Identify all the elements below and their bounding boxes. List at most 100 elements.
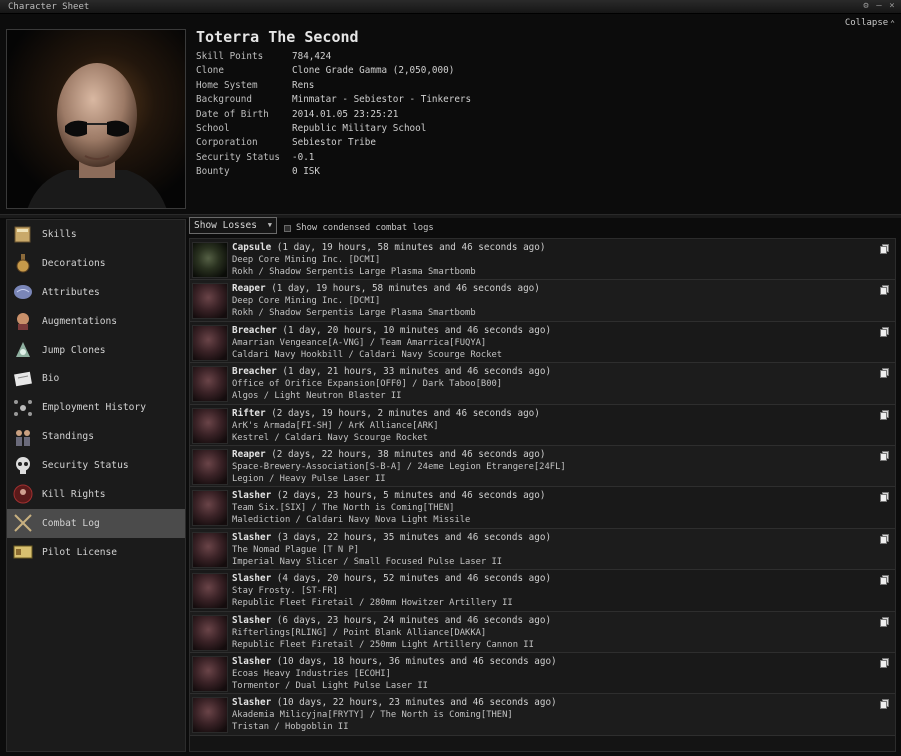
entry-killer-weapon: Kestrel / Caldari Navy Scourge Rocket [232, 432, 428, 443]
info-value: Sebiestor Tribe [292, 137, 376, 149]
ship-thumbnail[interactable] [192, 655, 228, 692]
entry-title: Reaper (1 day, 19 hours, 58 minutes and … [232, 283, 540, 294]
entry-corporation: Akademia Milicyjna[FRYTY] / The North is… [232, 710, 513, 721]
sidebar-item-standings[interactable]: Standings [7, 422, 185, 451]
sidebar-item-attributes[interactable]: Attributes [7, 278, 185, 307]
ship-name[interactable]: Slasher [232, 697, 271, 708]
checkbox-box[interactable] [284, 224, 291, 232]
combat-log-entry[interactable]: Slasher (2 days, 23 hours, 5 minutes and… [190, 487, 895, 529]
copy-icon[interactable] [880, 326, 889, 337]
sidebar-item-skills[interactable]: Skills [7, 220, 185, 249]
copy-icon[interactable] [880, 450, 889, 461]
copy-icon[interactable] [880, 616, 889, 627]
sidebar-item-security-status[interactable]: Security Status [7, 451, 185, 480]
copy-icon[interactable] [880, 285, 889, 296]
sidebar-item-label: Skills [42, 228, 77, 240]
info-value: Minmatar - Sebiestor - Tinkerers [292, 94, 472, 106]
sidebar-item-augmentations[interactable]: Augmentations [7, 307, 185, 336]
ship-name[interactable]: Slasher [232, 656, 271, 667]
ship-thumbnail[interactable] [192, 697, 228, 734]
ship-name[interactable]: Capsule [232, 242, 271, 253]
character-portrait [6, 29, 186, 209]
ship-thumbnail[interactable] [192, 407, 228, 444]
collapse-button[interactable]: Collapse ⌃ [845, 18, 895, 28]
info-value: Rens [292, 79, 315, 91]
copy-icon[interactable] [880, 244, 889, 254]
sidebar-item-kill-rights[interactable]: Kill Rights [7, 480, 185, 509]
combat-log-entry[interactable]: Slasher (10 days, 18 hours, 36 minutes a… [190, 652, 895, 695]
info-value: 784,424 [292, 51, 332, 62]
ship-name[interactable]: Breacher [232, 366, 277, 377]
combat-log-entry[interactable]: Rifter (2 days, 19 hours, 2 minutes and … [190, 404, 895, 446]
entry-title: Slasher (2 days, 23 hours, 5 minutes and… [232, 490, 545, 501]
time-ago: (2 days, 19 hours, 2 minutes and 46 seco… [271, 407, 540, 419]
window-titlebar: Character Sheet ⚙ – × [0, 0, 901, 14]
combat-log-entry[interactable]: Slasher (6 days, 23 hours, 24 minutes an… [190, 611, 895, 653]
sidebar-item-combat-log[interactable]: Combat Log [7, 508, 185, 538]
copy-icon[interactable] [880, 533, 889, 544]
combat-log-entry[interactable]: Reaper (1 day, 19 hours, 58 minutes and … [190, 280, 895, 322]
info-key: School [196, 122, 230, 134]
ship-thumbnail[interactable] [192, 490, 228, 527]
combat-log-entry[interactable]: Slasher (3 days, 22 hours, 35 minutes an… [190, 528, 895, 571]
condensed-logs-checkbox[interactable]: Show condensed combat logs [284, 223, 434, 233]
ship-thumbnail[interactable] [192, 614, 228, 651]
sidebar-item-bio[interactable]: Bio [7, 364, 185, 393]
entry-corporation: Deep Core Mining Inc. [DCMI] [232, 296, 381, 307]
combat-log-entry[interactable]: Reaper (2 days, 22 hours, 38 minutes and… [190, 445, 895, 488]
entry-corporation: The Nomad Plague [T N P] [232, 544, 360, 555]
ship-name[interactable]: Rifter [232, 408, 266, 419]
copy-icon[interactable] [880, 409, 889, 420]
close-icon[interactable]: × [887, 1, 897, 12]
minimize-icon[interactable]: – [874, 1, 884, 12]
ship-name[interactable]: Slasher [232, 490, 271, 501]
info-key: Corporation [196, 137, 258, 149]
sidebar-item-label: Security Status [42, 460, 129, 472]
combat-log-entry[interactable]: Slasher (10 days, 22 hours, 23 minutes a… [190, 694, 895, 736]
info-row-background: Background Minmatar - Sebiestor - Tinkere… [196, 93, 471, 107]
collapse-label: Collapse [844, 18, 889, 28]
combat-log-entry[interactable]: Slasher (4 days, 20 hours, 52 minutes an… [190, 570, 895, 612]
ship-thumbnail[interactable] [192, 448, 228, 485]
time-ago: (3 days, 22 hours, 35 minutes and 46 sec… [276, 531, 552, 543]
sidebar-item-label: Pilot License [42, 546, 118, 558]
ship-thumbnail[interactable] [192, 283, 228, 320]
sidebar: Skills Decorations Attributes Augmentati… [6, 219, 186, 752]
ship-thumbnail[interactable] [192, 324, 228, 361]
ship-thumbnail[interactable] [192, 366, 228, 403]
skills-book-icon [11, 222, 35, 246]
copy-icon[interactable] [880, 575, 889, 586]
settings-icon[interactable]: ⚙ [861, 1, 871, 12]
ship-name[interactable]: Reaper [232, 449, 266, 460]
ship-thumbnail[interactable] [192, 573, 228, 610]
ship-name[interactable]: Slasher [232, 532, 271, 543]
combat-log-entry[interactable]: Breacher (1 day, 20 hours, 10 minutes an… [190, 321, 895, 364]
losses-filter-dropdown[interactable]: Show Losses ▼ [189, 217, 277, 234]
sidebar-item-jump-clones[interactable]: Jump Clones [7, 336, 185, 365]
copy-icon[interactable] [880, 699, 889, 710]
ship-name[interactable]: Slasher [232, 573, 271, 584]
copy-icon[interactable] [880, 492, 889, 503]
ship-thumbnail[interactable] [192, 242, 228, 278]
sidebar-item-label: Augmentations [42, 315, 118, 327]
info-key: Skill Points [196, 51, 264, 62]
ship-name[interactable]: Reaper [232, 283, 266, 294]
character-info: Skill Points 784,424 Clone Clone Grade Gam… [196, 50, 471, 180]
ship-name[interactable]: Breacher [232, 325, 277, 336]
info-value: 0 ISK [292, 166, 320, 178]
dropdown-selected-value: Show Losses [194, 220, 257, 231]
copy-icon[interactable] [880, 657, 889, 668]
info-key: Home System [196, 79, 258, 91]
info-row-clone: Clone Clone Grade Gamma (2,050,000) [196, 64, 471, 78]
combat-log-entry[interactable]: Breacher (1 day, 21 hours, 33 minutes an… [190, 363, 895, 405]
sidebar-item-decorations[interactable]: Decorations [7, 249, 185, 278]
sidebar-item-employment-history[interactable]: Employment History [7, 393, 185, 422]
ship-name[interactable]: Slasher [232, 615, 271, 626]
time-ago: (10 days, 22 hours, 23 minutes and 46 se… [276, 697, 557, 709]
ship-thumbnail[interactable] [192, 531, 228, 568]
sidebar-item-pilot-license[interactable]: Pilot License [7, 538, 185, 567]
combat-log-entry[interactable]: Capsule (1 day, 19 hours, 58 minutes and… [190, 239, 895, 281]
entry-title: Rifter (2 days, 19 hours, 2 minutes and … [232, 408, 540, 419]
time-ago: (1 day, 19 hours, 58 minutes and 46 seco… [271, 283, 540, 295]
copy-icon[interactable] [880, 368, 889, 379]
